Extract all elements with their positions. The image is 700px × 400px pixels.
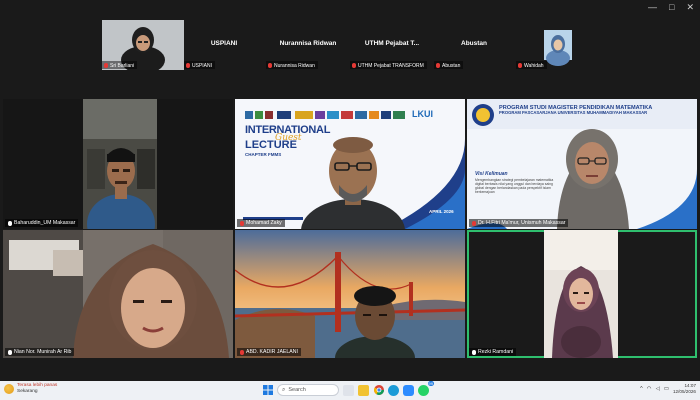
system-tray: ^ ◠ ◁ ▭ 14:07 12/05/2026 — [640, 383, 696, 394]
mic-muted-icon — [104, 63, 108, 68]
strip-tile-sri-barliani[interactable]: Sri Barliani — [102, 20, 184, 74]
strip-tile-uthm[interactable]: UTHM Pejabat T... UTHM Pejabat TRANSFORM — [350, 20, 434, 70]
window-controls: — □ ✕ — [648, 2, 694, 13]
file-explorer-icon[interactable] — [358, 384, 369, 396]
participant-video — [83, 99, 157, 229]
tile-caption: Mohamad Zaky — [237, 219, 285, 227]
program-title: PROGRAM STUDI MAGISTER PENDIDIKAN MATEMA… — [499, 105, 653, 116]
clock[interactable]: 14:07 12/05/2026 — [673, 383, 696, 394]
maximize-button[interactable]: □ — [669, 2, 674, 13]
participant-name: Abustan — [461, 40, 487, 47]
mic-muted-icon — [240, 349, 244, 355]
strip-tile-uspiani[interactable]: USPIANI USPIANI — [184, 20, 266, 70]
participant-video — [235, 230, 465, 358]
taskbar-apps: ⌕ Search 99 — [262, 380, 434, 396]
strip-caption: Nurannisa Ridwan — [266, 61, 318, 69]
tile-caption: Dr. H.Fitri Ma'mur, Unismuh Makassar — [469, 219, 569, 227]
mic-muted-icon — [472, 220, 476, 226]
video-tile-baharuddin[interactable]: Baharuddin_UM Makassar — [3, 99, 233, 229]
tile-caption: Nian Nor. Munirah Ar Rib — [5, 348, 75, 356]
whatsapp-icon[interactable]: 99 — [418, 380, 434, 396]
strip-caption: Abustan — [434, 61, 464, 69]
notification-badge: 99 — [427, 380, 434, 386]
strip-caption: Wahidah — [516, 61, 547, 69]
strip-caption: USPIANI — [184, 61, 216, 69]
mic-icon — [472, 349, 476, 355]
battery-icon[interactable]: ▭ — [664, 386, 669, 392]
zoom-icon[interactable] — [403, 384, 414, 396]
mic-muted-icon — [436, 63, 440, 68]
minimize-button[interactable]: — — [648, 2, 657, 13]
windows-start-icon[interactable] — [262, 385, 273, 396]
chrome-icon[interactable] — [373, 385, 384, 396]
sun-icon — [4, 383, 14, 394]
tile-caption: Baharuddin_UM Makassar — [5, 219, 79, 227]
video-tile-nian[interactable]: Nian Nor. Munirah Ar Rib — [3, 230, 233, 358]
wifi-icon[interactable]: ◠ — [647, 386, 652, 392]
mic-icon — [8, 220, 12, 226]
video-tile-rezki[interactable]: Rezki Ramdani — [467, 230, 697, 358]
weather-widget[interactable]: Terasa lebih panas Sekarang — [4, 383, 57, 394]
video-tile-mohamad-zaky[interactable]: INTERNATIONAL Guest LECTURE CHAPTER FMMS… — [235, 99, 465, 229]
edge-icon[interactable] — [388, 384, 399, 396]
participant-name: UTHM Pejabat T... — [364, 40, 420, 47]
lecture-title: INTERNATIONAL Guest LECTURE CHAPTER FMMS — [245, 124, 331, 157]
mic-muted-icon — [240, 220, 244, 226]
close-button[interactable]: ✕ — [686, 2, 694, 13]
program-backdrop — [467, 99, 697, 229]
vision-block: Visi Kelimuan Mengembangkan strategi pem… — [475, 171, 554, 195]
volume-icon[interactable]: ◁ — [656, 386, 660, 392]
strip-tile-abustan[interactable]: Abustan Abustan — [434, 20, 516, 70]
strip-tile-nurannisa[interactable]: Nurannisa Ridwan Nurannisa Ridwan — [266, 20, 350, 70]
lecture-logo-text: LKUI — [412, 109, 433, 119]
search-icon: ⌕ — [282, 386, 286, 393]
mic-muted-icon — [268, 63, 272, 68]
lecture-date: APRIL 2026 — [429, 209, 454, 214]
participant-name: Nurannisa Ridwan — [279, 40, 337, 47]
video-tile-abd-kadir[interactable]: ABD. KADIR JAELANI — [235, 230, 465, 358]
video-tile-fitri[interactable]: PROGRAM STUDI MAGISTER PENDIDIKAN MATEMA… — [467, 99, 697, 229]
taskbar-search[interactable]: ⌕ Search — [277, 384, 339, 396]
mic-muted-icon — [352, 63, 356, 68]
participant-video — [544, 230, 618, 358]
task-view-icon[interactable] — [343, 384, 354, 396]
participant-strip: Sri Barliani USPIANI USPIANI Nurannisa R… — [0, 20, 700, 74]
participant-video — [3, 230, 233, 358]
taskbar: Terasa lebih panas Sekarang ⌕ Search 99 … — [0, 380, 700, 400]
participant-name: USPIANI — [210, 40, 238, 47]
chevron-up-icon[interactable]: ^ — [640, 386, 643, 392]
tile-caption: Rezki Ramdani — [469, 348, 517, 356]
mic-muted-icon — [186, 63, 190, 68]
strip-caption: Sri Barliani — [102, 61, 138, 69]
tile-caption: ABD. KADIR JAELANI — [237, 348, 301, 356]
strip-tile-wahidah[interactable]: Wahidah — [516, 20, 598, 70]
mic-muted-icon — [518, 63, 522, 68]
strip-caption: UTHM Pejabat TRANSFORM — [350, 61, 427, 69]
mic-icon — [8, 349, 12, 355]
